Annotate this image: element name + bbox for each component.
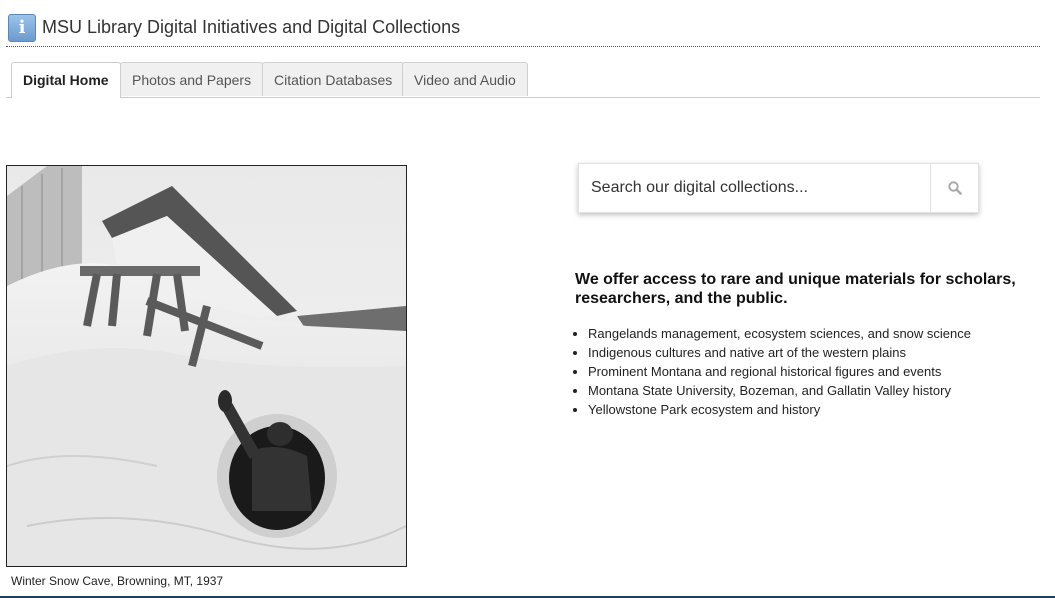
- list-item: Yellowstone Park ecosystem and history: [588, 400, 971, 419]
- search-icon: [947, 181, 962, 195]
- photo-caption: Winter Snow Cave, Browning, MT, 1937: [11, 574, 224, 588]
- collections-headline: We offer access to rare and unique mater…: [575, 271, 1016, 307]
- collection-topics-list: Rangelands management, ecosystem science…: [570, 324, 971, 419]
- search-input[interactable]: [579, 164, 929, 212]
- tab-bar: Digital Home Photos and Papers Citation …: [6, 62, 1040, 98]
- list-item: Indigenous cultures and native art of th…: [588, 343, 971, 362]
- page-header: i MSU Library Digital Initiatives and Di…: [6, 12, 1040, 47]
- footer-divider: [0, 596, 1055, 598]
- featured-photo[interactable]: [6, 165, 407, 567]
- list-item: Montana State University, Bozeman, and G…: [588, 381, 971, 400]
- tab-citation-databases[interactable]: Citation Databases: [262, 62, 405, 96]
- tab-photos-and-papers[interactable]: Photos and Papers: [120, 62, 264, 96]
- search-button[interactable]: [930, 164, 978, 212]
- snow-cave-photo: [7, 166, 406, 566]
- search-box: [578, 163, 979, 213]
- tab-digital-home[interactable]: Digital Home: [11, 62, 121, 98]
- list-item: Rangelands management, ecosystem science…: [588, 324, 971, 343]
- info-icon: i: [8, 14, 36, 42]
- list-item: Prominent Montana and regional historica…: [588, 362, 971, 381]
- page-title: MSU Library Digital Initiatives and Digi…: [42, 17, 461, 37]
- tab-video-and-audio[interactable]: Video and Audio: [402, 62, 528, 96]
